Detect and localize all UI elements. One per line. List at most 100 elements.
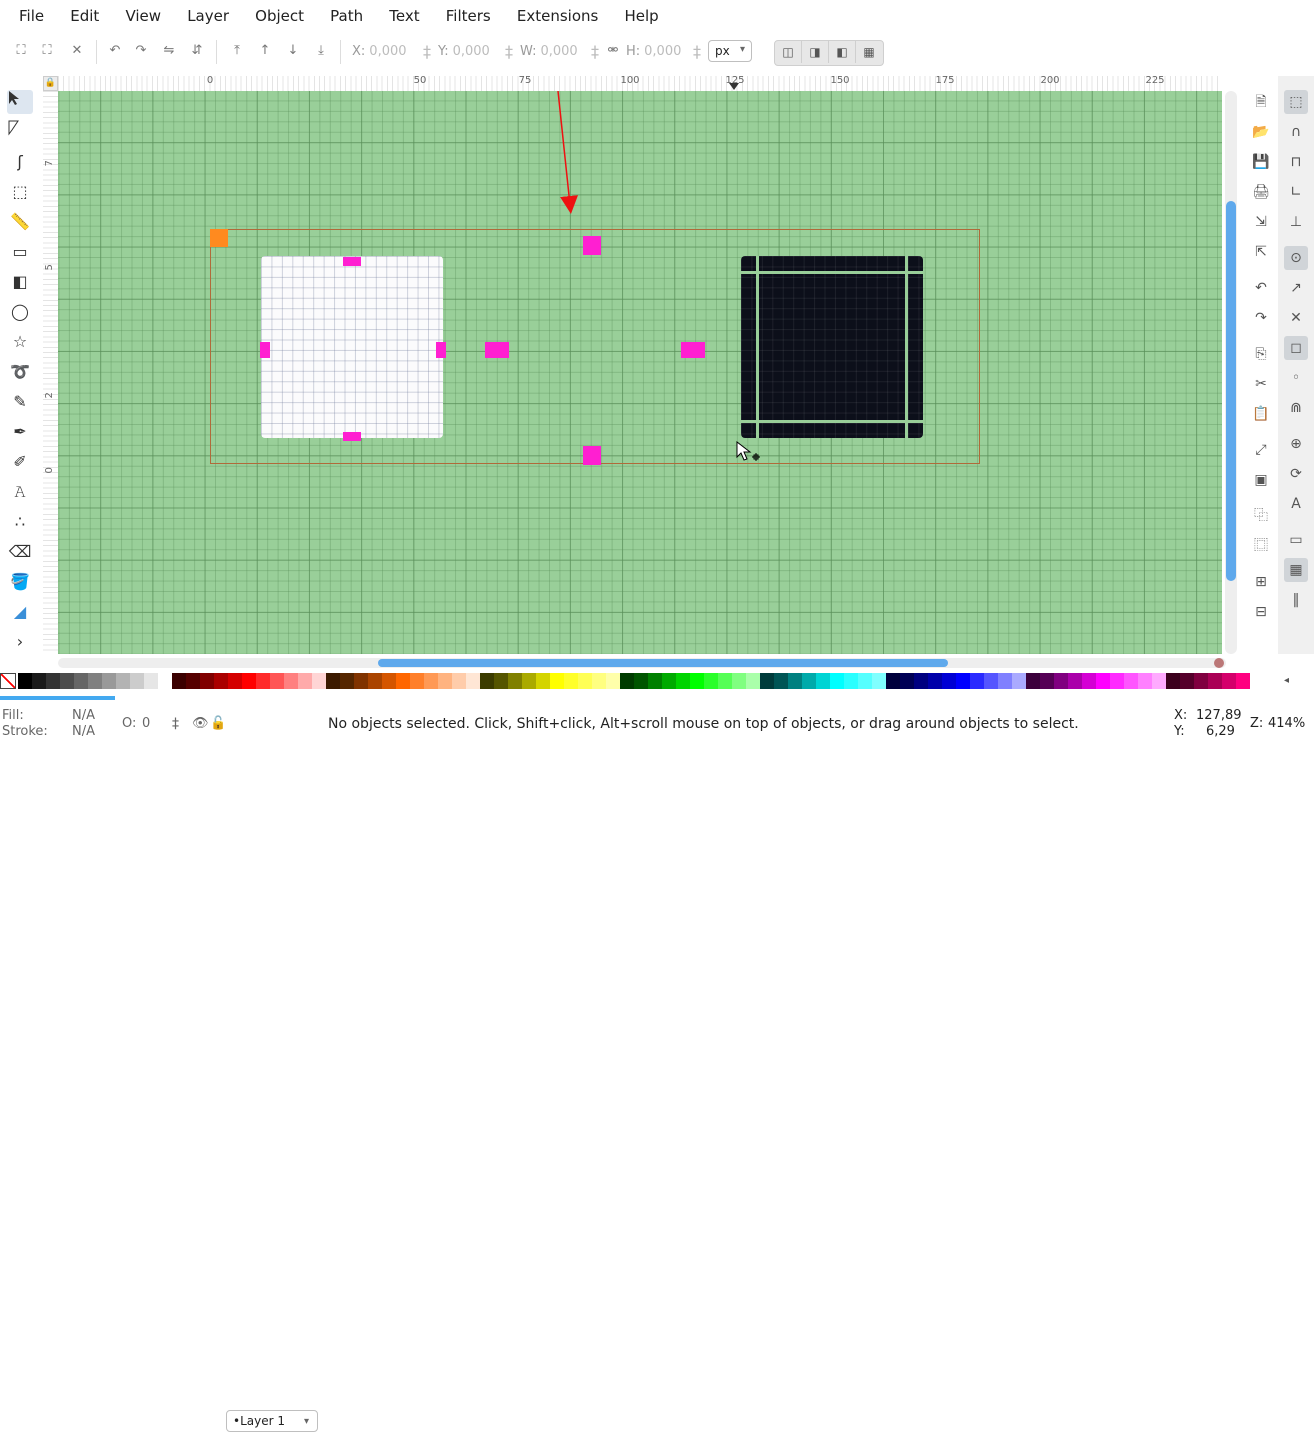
color-swatch[interactable]	[718, 673, 732, 689]
color-swatch[interactable]	[158, 673, 172, 689]
vertical-ruler[interactable]: 7 5 2 0	[43, 91, 59, 654]
text-tool-icon[interactable]: 𝙰	[7, 480, 33, 504]
color-swatch[interactable]	[942, 673, 956, 689]
flip-h-icon[interactable]: ⇋	[158, 40, 180, 62]
open-icon[interactable]: 📂	[1249, 120, 1273, 144]
color-swatch[interactable]	[74, 673, 88, 689]
layer-vis-icon[interactable]: 👁	[192, 716, 209, 731]
lower-bottom-icon[interactable]: ⤓	[310, 40, 332, 62]
horizontal-scrollbar[interactable]	[58, 658, 1226, 668]
black-rect-object[interactable]	[741, 256, 923, 438]
color-swatch[interactable]	[1194, 673, 1208, 689]
snap-smooth-icon[interactable]: ◦	[1284, 366, 1308, 390]
zoom-fit-icon[interactable]: ⤢	[1249, 438, 1273, 462]
group-icon[interactable]: ⊞	[1249, 570, 1273, 594]
color-swatch[interactable]	[144, 673, 158, 689]
selection-handle[interactable]	[343, 432, 361, 441]
star-tool-icon[interactable]: ☆	[7, 330, 33, 354]
export-icon[interactable]: ⇱	[1249, 240, 1273, 264]
color-swatch[interactable]	[438, 673, 452, 689]
color-swatch[interactable]	[46, 673, 60, 689]
canvas[interactable]	[58, 91, 1222, 654]
color-swatch[interactable]	[326, 673, 340, 689]
spray-tool-icon[interactable]: ∴	[7, 510, 33, 534]
color-swatch[interactable]	[116, 673, 130, 689]
lock-aspect-icon[interactable]: ⚮	[602, 40, 624, 62]
white-rect-object[interactable]	[261, 256, 443, 438]
color-swatch[interactable]	[424, 673, 438, 689]
paste-icon[interactable]: 📋	[1249, 402, 1273, 426]
snap-edge-icon[interactable]: ⊓	[1284, 150, 1308, 174]
node-tool-icon[interactable]	[7, 120, 33, 144]
pen-tool-icon[interactable]: ✒	[7, 420, 33, 444]
raise-icon[interactable]: ↑	[254, 40, 276, 62]
affect-stroke-icon[interactable]: ◫	[775, 41, 802, 63]
guide-lock-icon[interactable]: 🔒	[43, 76, 58, 91]
color-swatch[interactable]	[18, 673, 32, 689]
color-swatch[interactable]	[704, 673, 718, 689]
color-swatch[interactable]	[1110, 673, 1124, 689]
menu-layer[interactable]: Layer	[176, 0, 240, 32]
color-swatch[interactable]	[298, 673, 312, 689]
color-swatch[interactable]	[662, 673, 676, 689]
lower-icon[interactable]: ↓	[282, 40, 304, 62]
color-swatch[interactable]	[242, 673, 256, 689]
y-spin-icon[interactable]: ‡	[498, 42, 520, 62]
color-swatch[interactable]	[816, 673, 830, 689]
pencil-tool-icon[interactable]: ✎	[7, 390, 33, 414]
redo-icon[interactable]: ↷	[1249, 306, 1273, 330]
selector-tool-icon[interactable]	[7, 90, 33, 114]
eraser-tool-icon[interactable]: ⌫	[7, 540, 33, 564]
snap-guide-icon[interactable]: ‖	[1284, 588, 1308, 612]
menu-text[interactable]: Text	[378, 0, 430, 32]
unit-select[interactable]: px	[708, 40, 752, 62]
color-swatch[interactable]	[914, 673, 928, 689]
color-swatch[interactable]	[690, 673, 704, 689]
color-swatch[interactable]	[1096, 673, 1110, 689]
color-swatch[interactable]	[200, 673, 214, 689]
color-swatch[interactable]	[480, 673, 494, 689]
stroke-value[interactable]: N/A	[72, 724, 95, 739]
color-swatch[interactable]	[256, 673, 270, 689]
color-swatch[interactable]	[1040, 673, 1054, 689]
flip-v-icon[interactable]: ⇵	[186, 40, 208, 62]
color-swatch[interactable]	[970, 673, 984, 689]
snap-node-icon[interactable]: ⊙	[1284, 246, 1308, 270]
snap-grid-icon[interactable]: ▦	[1284, 558, 1308, 582]
print-icon[interactable]: 🖨	[1249, 180, 1273, 204]
snap-cusp-icon[interactable]: ◻	[1284, 336, 1308, 360]
spiral-tool-icon[interactable]: ➰	[7, 360, 33, 384]
menu-extensions[interactable]: Extensions	[506, 0, 609, 32]
calligraphy-tool-icon[interactable]: ✐	[7, 450, 33, 474]
color-swatch[interactable]	[634, 673, 648, 689]
selection-handle[interactable]	[485, 342, 509, 358]
color-swatch[interactable]	[1082, 673, 1096, 689]
copy-icon[interactable]: ⎘	[1249, 342, 1273, 366]
color-swatch[interactable]	[396, 673, 410, 689]
color-swatch[interactable]	[1166, 673, 1180, 689]
x-field[interactable]: 0,000	[369, 44, 406, 59]
selection-handle[interactable]	[343, 257, 361, 266]
color-swatch[interactable]	[886, 673, 900, 689]
affect-gradient-icon[interactable]: ◧	[829, 41, 856, 63]
color-swatch[interactable]	[1026, 673, 1040, 689]
color-swatch[interactable]	[1054, 673, 1068, 689]
color-swatch[interactable]	[32, 673, 46, 689]
snap-intersect-icon[interactable]: ✕	[1284, 306, 1308, 330]
color-swatch[interactable]	[1012, 673, 1026, 689]
color-swatch[interactable]	[746, 673, 760, 689]
color-swatch[interactable]	[1068, 673, 1082, 689]
color-swatch[interactable]	[368, 673, 382, 689]
deselect-icon[interactable]: ✕	[66, 40, 88, 62]
no-fill-swatch[interactable]	[0, 673, 16, 689]
menu-help[interactable]: Help	[613, 0, 669, 32]
color-swatch[interactable]	[382, 673, 396, 689]
y-field[interactable]: 0,000	[453, 44, 490, 59]
cube-tool-icon[interactable]: ◧	[7, 270, 33, 294]
color-swatch[interactable]	[228, 673, 242, 689]
ungroup-icon[interactable]: ⊟	[1249, 600, 1273, 624]
snap-enable-icon[interactable]: ⬚	[1284, 90, 1308, 114]
color-swatch[interactable]	[620, 673, 634, 689]
snap-page-icon[interactable]: ▭	[1284, 528, 1308, 552]
horizontal-ruler[interactable]: 0 50 75 100 125 150 175 200 225	[58, 76, 1222, 92]
